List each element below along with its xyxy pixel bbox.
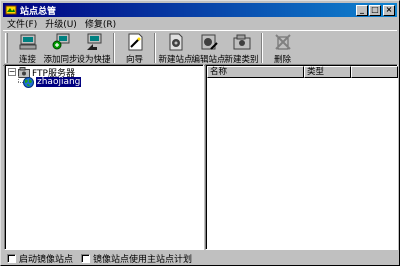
toolbar-separator [261,33,263,63]
edit-site-button[interactable]: 编辑站点 [192,31,226,65]
add-sync-icon [52,33,69,50]
globe-icon [23,76,34,88]
edit-site-icon [201,34,218,50]
tree-expander[interactable]: − [8,68,16,76]
column-header-filler [351,66,398,78]
tree-node-site[interactable]: zhaojiang [23,76,82,88]
menu-upgrade[interactable]: 升级(U) [41,17,81,30]
set-shortcut-button[interactable]: 设为快捷 [77,31,111,65]
checkbox-box[interactable] [81,254,91,263]
main-window: 站点总管 _ □ × 文件(F) 升级(U) 修复(R) 连接 添加同步 设为快… [0,0,400,266]
toolbar: 连接 添加同步 设为快捷 向导 新建站点 编辑站点 新建类别 删除 [3,30,397,66]
minimize-button[interactable]: _ [356,4,368,16]
toolbar-separator [113,33,115,63]
toolbar-separator [154,33,156,63]
menu-repair[interactable]: 修复(R) [81,17,120,30]
maximize-button[interactable]: □ [369,4,381,16]
toolbar-grip[interactable] [5,33,8,63]
close-button[interactable]: × [383,4,395,16]
delete-button[interactable]: 删除 [266,31,299,65]
new-site-button[interactable]: 新建站点 [159,31,193,65]
app-icon [5,4,17,16]
column-header-type[interactable]: 类型 [304,66,351,78]
checkbox-label: 镜像站点使用主站点计划 [93,255,193,265]
add-sync-button[interactable]: 添加同步 [44,31,78,65]
window-title: 站点总管 [20,6,57,17]
checkbox-label: 启动镜像站点 [19,255,74,265]
status-bar: 启动镜像站点 镜像站点使用主站点计划 [3,252,399,265]
checkbox-box[interactable] [7,254,16,263]
new-category-icon [233,34,250,50]
wizard-icon [128,33,142,51]
new-site-icon [169,33,182,51]
column-header-name[interactable]: 名称 [207,66,304,78]
list-header: 名称 类型 [207,66,398,78]
mirror-site-checkbox[interactable]: 启动镜像站点 [7,252,73,265]
shortcut-icon [86,33,101,50]
connect-button[interactable]: 连接 [11,31,44,65]
title-bar[interactable]: 站点总管 _ □ × [3,3,397,17]
connect-icon [19,34,36,50]
menu-bar: 文件(F) 升级(U) 修复(R) [3,17,120,30]
wizard-button[interactable]: 向导 [118,31,151,65]
site-list[interactable]: 名称 类型 [205,64,398,250]
site-tree[interactable]: − FTP服务器 zhaojiang [4,64,204,250]
mirror-plan-checkbox[interactable]: 镜像站点使用主站点计划 [81,252,192,265]
new-category-button[interactable]: 新建类别 [225,31,259,65]
delete-icon [274,34,291,50]
menu-file[interactable]: 文件(F) [3,17,41,30]
tree-node-label: zhaojiang [36,77,82,87]
